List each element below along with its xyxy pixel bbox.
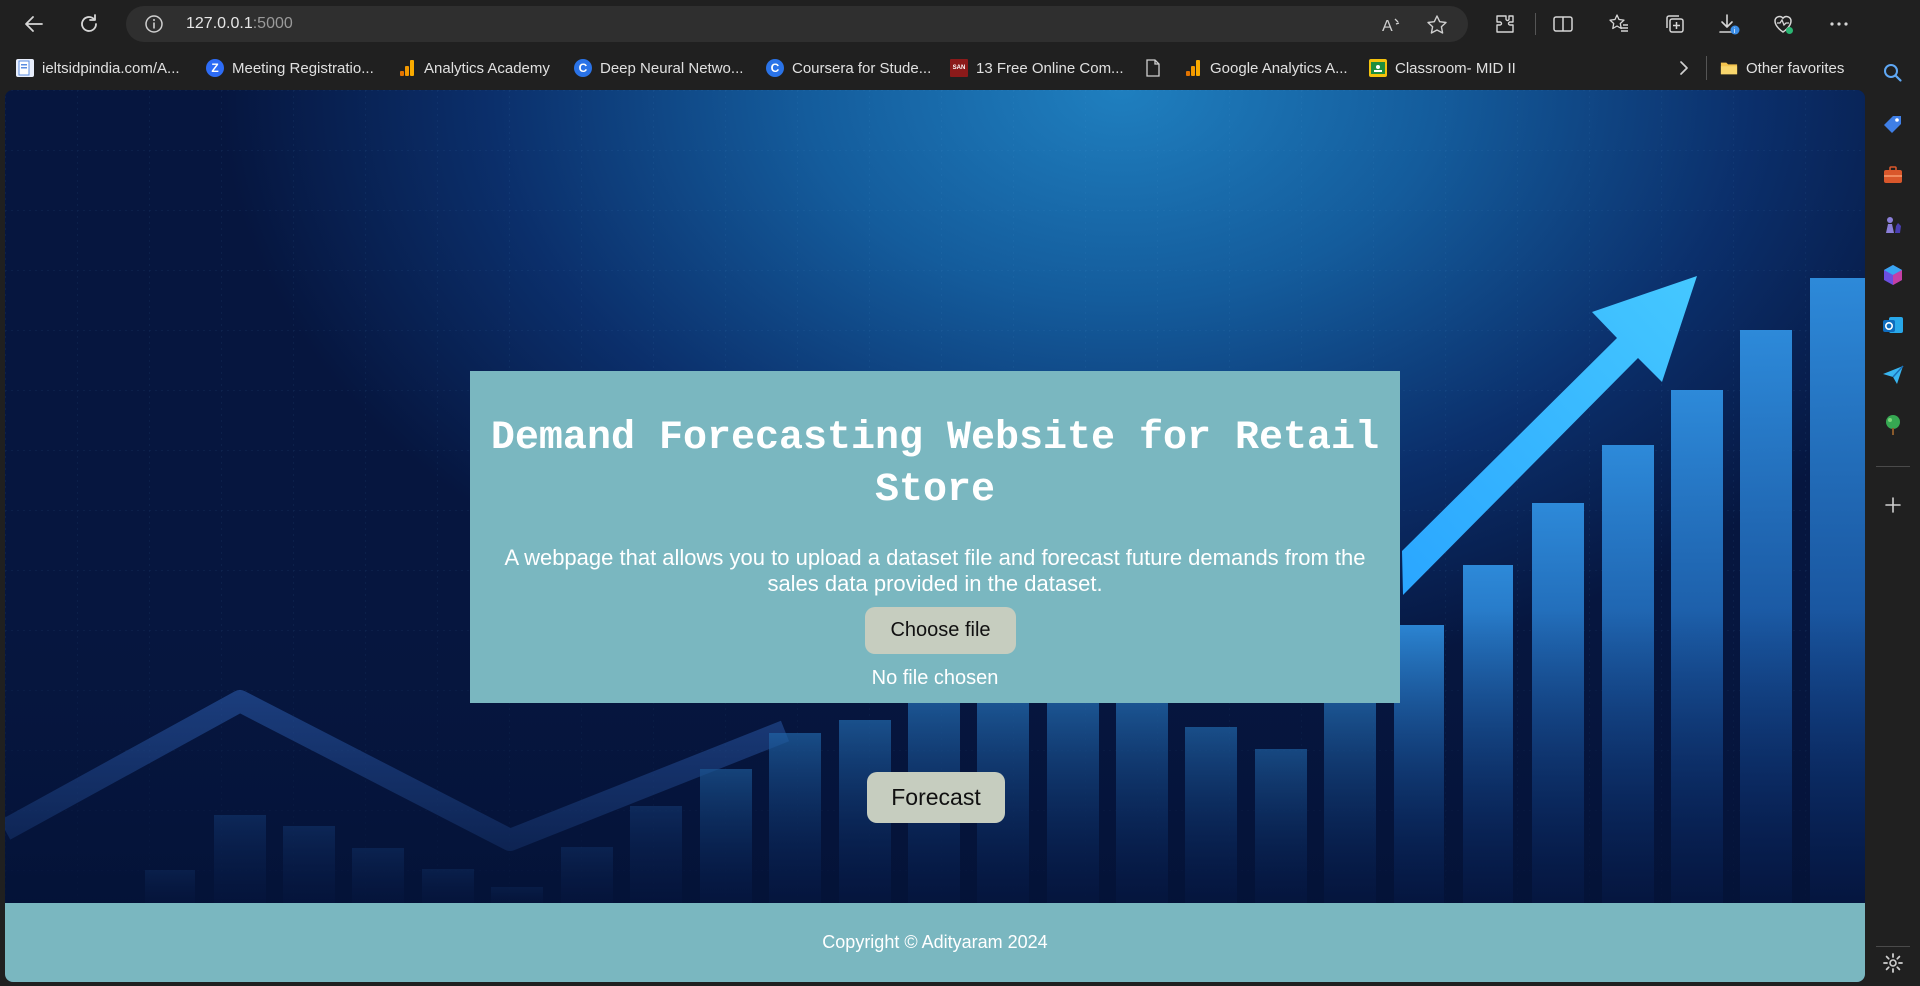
more-options-icon[interactable]: [1824, 9, 1854, 39]
send-drop-icon[interactable]: [1878, 360, 1908, 390]
back-button[interactable]: [18, 8, 50, 40]
bookmark-label: Deep Neural Netwo...: [600, 59, 744, 77]
bookmark-label: Coursera for Stude...: [792, 59, 932, 77]
bookmark-label: Other favorites: [1746, 59, 1845, 77]
sidebar-divider: [1876, 466, 1910, 467]
split-screen-icon[interactable]: [1548, 9, 1578, 39]
bookmarks-bar: ieltsidpindia.com/A... Z Meeting Registr…: [0, 48, 1920, 88]
browser-toolbar: 127.0.0.1:5000 A i: [0, 0, 1920, 48]
address-bar[interactable]: 127.0.0.1:5000 A: [126, 6, 1468, 42]
toolbar-divider: [1535, 13, 1536, 35]
refresh-button[interactable]: [73, 8, 105, 40]
bookmark-coursera-for-students[interactable]: C Coursera for Stude...: [766, 56, 931, 80]
folder-icon: [1720, 59, 1738, 77]
bookmark-analytics-academy[interactable]: Analytics Academy: [398, 56, 550, 80]
bookmark-page[interactable]: [1144, 56, 1162, 80]
page-title: Demand Forecasting Website for Retail St…: [490, 416, 1380, 513]
bookmark-other-favorites[interactable]: Other favorites: [1720, 56, 1844, 80]
downloads-icon[interactable]: i: [1714, 9, 1744, 39]
document-favicon-icon: [16, 59, 34, 77]
page-footer: Copyright © Adityaram 2024: [5, 903, 1865, 982]
tree-icon[interactable]: [1878, 410, 1908, 440]
url-host: 127.0.0.1: [186, 15, 253, 32]
sidebar-divider: [1876, 946, 1910, 947]
favorites-list-icon[interactable]: [1604, 9, 1634, 39]
collections-icon[interactable]: [1660, 9, 1690, 39]
page-favicon-icon: [1144, 59, 1162, 77]
bookmarks-divider: [1706, 56, 1707, 80]
bookmark-ieltsidpindia[interactable]: ieltsidpindia.com/A...: [16, 56, 180, 80]
classroom-favicon-icon: [1369, 59, 1387, 77]
san-favicon-icon: SAN: [950, 59, 968, 77]
shopping-tag-icon[interactable]: [1878, 110, 1908, 140]
add-sidebar-app-icon[interactable]: [1878, 490, 1908, 520]
bookmark-google-analytics-academy[interactable]: Google Analytics A...: [1184, 56, 1348, 80]
svg-text:A: A: [1382, 18, 1393, 35]
copilot-sidebar-icon[interactable]: [1878, 260, 1908, 290]
bookmark-label: Meeting Registratio...: [232, 59, 374, 77]
upload-card: Demand Forecasting Website for Retail St…: [470, 371, 1400, 703]
bookmark-label: 13 Free Online Com...: [976, 59, 1124, 77]
bookmark-classroom-mid-ii[interactable]: Classroom- MID II: [1369, 56, 1516, 80]
analytics-favicon-icon: [398, 59, 416, 77]
games-chess-icon[interactable]: [1878, 210, 1908, 240]
site-info-icon[interactable]: [144, 14, 164, 34]
url-port: :5000: [252, 15, 293, 32]
back-arrow-icon: [25, 16, 43, 32]
file-status-text: No file chosen: [871, 667, 999, 689]
page-description: A webpage that allows you to upload a da…: [504, 545, 1366, 596]
forecast-button[interactable]: Forecast: [867, 772, 1005, 823]
coursera-favicon-icon: C: [766, 59, 784, 77]
bookmark-label: Analytics Academy: [424, 59, 550, 77]
bookmark-label: ieltsidpindia.com/A...: [42, 59, 180, 77]
bookmark-13-free-online-courses[interactable]: SAN 13 Free Online Com...: [950, 56, 1124, 80]
search-icon[interactable]: [1878, 58, 1908, 88]
page-viewport: Demand Forecasting Website for Retail St…: [5, 90, 1865, 982]
hero-background: Demand Forecasting Website for Retail St…: [5, 90, 1865, 903]
browser-essentials-icon[interactable]: [1768, 9, 1798, 39]
bookmark-label: Google Analytics A...: [1210, 59, 1348, 77]
bookmark-label: Classroom- MID II: [1395, 59, 1516, 77]
choose-file-button[interactable]: Choose file: [865, 607, 1016, 654]
extensions-icon[interactable]: [1490, 9, 1520, 39]
copyright-text: Copyright © Adityaram 2024: [822, 932, 1048, 952]
url-text[interactable]: 127.0.0.1:5000: [186, 15, 293, 33]
coursera-favicon-icon: C: [574, 59, 592, 77]
tools-briefcase-icon[interactable]: [1878, 160, 1908, 190]
bookmarks-overflow-chevron-icon[interactable]: [1672, 56, 1696, 80]
edge-sidebar: [1866, 0, 1920, 986]
sidebar-settings-gear-icon[interactable]: [1878, 948, 1908, 978]
read-aloud-icon[interactable]: A: [1380, 14, 1402, 36]
favorite-star-icon[interactable]: [1426, 14, 1448, 36]
zoom-favicon-icon: Z: [206, 59, 224, 77]
analytics-favicon-icon: [1184, 59, 1202, 77]
refresh-icon: [81, 14, 97, 32]
bookmark-meeting-registration[interactable]: Z Meeting Registratio...: [206, 56, 374, 80]
outlook-icon[interactable]: [1878, 310, 1908, 340]
bookmark-deep-neural-networks[interactable]: C Deep Neural Netwo...: [574, 56, 743, 80]
